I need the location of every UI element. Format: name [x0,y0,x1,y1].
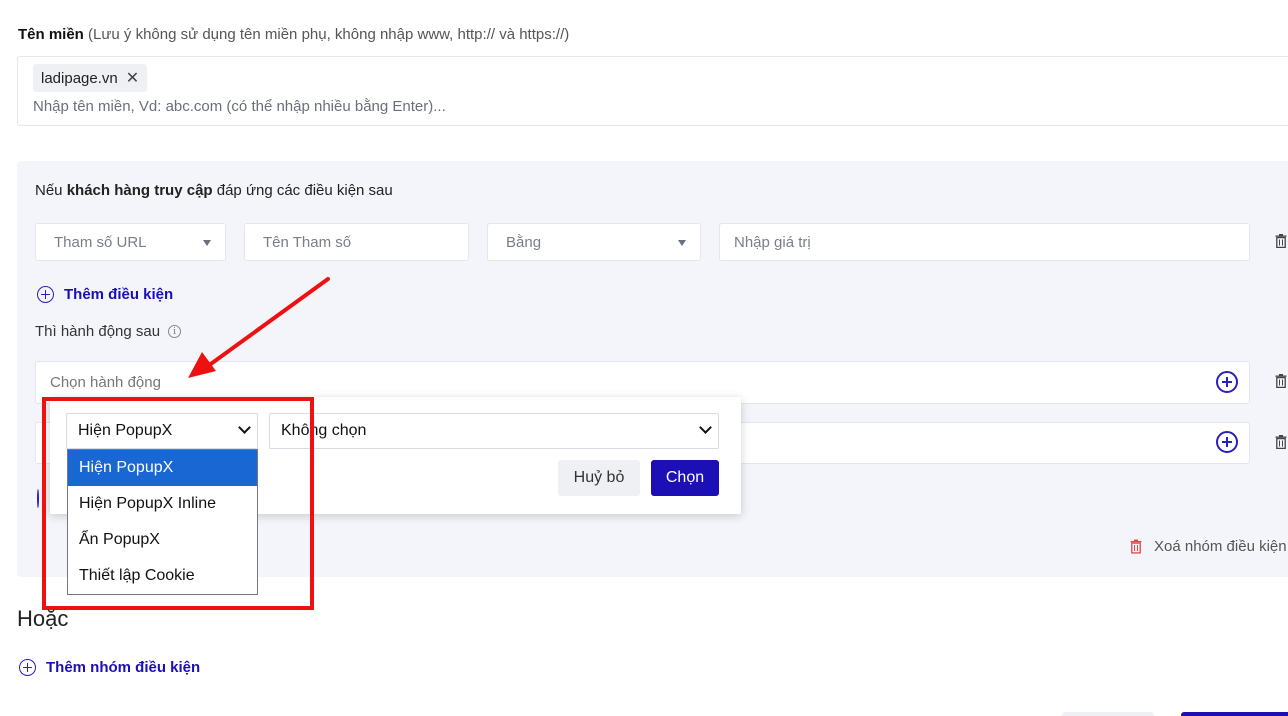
param-name-placeholder: Tên Tham số [263,233,352,251]
cancel-button[interactable]: Huỷ bỏ [558,460,640,496]
highlight-box [42,397,314,610]
trash-icon [1130,539,1142,554]
plus-circle-icon [19,659,36,676]
action-placeholder: Chọn hành động [50,374,161,391]
add-group-label: Thêm nhóm điều kiện [46,659,201,676]
domain-label-note: (Lưu ý không sử dụng tên miền phụ, không… [88,26,570,43]
plus-circle-icon[interactable] [37,489,39,508]
action-label: Thì hành động sau i [35,323,182,340]
domain-input-placeholder[interactable]: Nhập tên miền, Vd: abc.com (có thể nhập … [33,98,446,115]
trash-icon[interactable] [1275,435,1287,449]
delete-group-label: Xoá nhóm điều kiện [1154,538,1287,555]
plus-circle-icon [37,286,54,303]
domain-label: Tên miền (Lưu ý không sử dụng tên miền p… [18,26,569,43]
operator-value: Bằng [506,233,542,251]
condition-title-prefix: Nếu [35,182,63,199]
param-type-select[interactable]: Tham số URL [35,223,226,261]
remove-tag-icon[interactable]: ✕ [126,68,139,88]
trash-icon[interactable] [1275,374,1287,388]
add-action-icon[interactable] [1216,431,1238,453]
condition-value-input[interactable]: Nhập giá trị [719,223,1250,261]
add-group-button[interactable]: Thêm nhóm điều kiện [19,659,200,676]
popup-target-select[interactable]: Không chọn [269,413,719,449]
domain-label-title: Tên miền [18,26,84,43]
condition-title-suffix: đáp ứng các điều kiện sau [216,182,393,199]
action-label-text: Thì hành động sau [35,323,161,340]
param-name-input[interactable]: Tên Tham số [244,223,469,261]
footer-primary-button[interactable] [1181,712,1288,716]
chevron-down-icon [699,421,712,434]
domain-input-box[interactable]: ladipage.vn ✕ Nhập tên miền, Vd: abc.com… [17,56,1288,126]
domain-tag-label: ladipage.vn [41,69,118,87]
trash-icon[interactable] [1275,234,1287,248]
condition-title-bold: khách hàng truy cập [66,182,213,199]
add-condition-label: Thêm điều kiện [64,286,174,303]
add-condition-button[interactable]: Thêm điều kiện [37,286,173,303]
or-label: Hoặc [17,606,69,631]
domain-tag: ladipage.vn ✕ [33,64,148,92]
caret-down-icon [203,240,211,246]
param-type-value: Tham số URL [54,233,147,251]
condition-group-title: Nếu khách hàng truy cập đáp ứng các điều… [35,182,393,199]
annotation-arrow-icon [188,277,330,378]
footer-secondary-button[interactable] [1062,712,1154,716]
delete-group-button[interactable]: Xoá nhóm điều kiện [1130,538,1287,555]
add-action-icon[interactable] [1216,371,1238,393]
caret-down-icon [678,240,686,246]
operator-select[interactable]: Bằng [487,223,701,261]
condition-value-placeholder: Nhập giá trị [734,233,811,251]
confirm-button[interactable]: Chọn [651,460,719,496]
